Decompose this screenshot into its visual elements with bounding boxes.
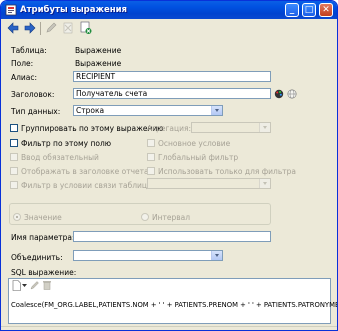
required-input-label: Ввод обязательный (21, 153, 99, 162)
pencil-icon (46, 22, 57, 33)
field-label: Поле: (11, 59, 34, 68)
datatype-selected: Строка (76, 106, 105, 115)
trash-icon[interactable] (42, 280, 52, 290)
filter-by-label: Фильтр по этому полю (21, 139, 112, 148)
bottom-border (1, 326, 337, 327)
value-radio-label: Значение (24, 213, 62, 222)
datatype-select[interactable]: Строка (73, 105, 223, 116)
aggregation-select[interactable] (191, 122, 271, 133)
title-bar: Атрибуты выражения _ □ ✕ (1, 1, 337, 19)
chevron-down-icon[interactable] (259, 179, 270, 188)
close-button[interactable]: ✕ (319, 3, 333, 17)
attributes-dialog: Атрибуты выражения _ □ ✕ Таблица: Выраже… (0, 0, 338, 331)
globe-icon[interactable] (287, 89, 297, 99)
sql-expression-text[interactable]: Coalesce(FM_ORG.LABEL,PATIENTS.NOM + ' '… (11, 301, 337, 309)
main-condition-checkbox[interactable] (147, 139, 155, 147)
back-button[interactable] (6, 21, 20, 35)
filter-only-checkbox[interactable] (147, 167, 155, 175)
maximize-button[interactable]: □ (302, 3, 316, 17)
delete-button[interactable] (61, 21, 75, 35)
interval-radio[interactable] (141, 213, 149, 221)
new-page-icon[interactable] (12, 280, 21, 291)
minimize-icon: _ (289, 5, 295, 15)
arrow-left-icon (7, 22, 19, 34)
link-table-select[interactable] (147, 178, 271, 189)
app-icon (5, 4, 17, 16)
filter-in-link-label: Фильтр в условии связи таблицы (21, 181, 153, 190)
chevron-down-icon[interactable] (259, 123, 270, 132)
chevron-down-icon[interactable] (211, 251, 222, 260)
pencil-icon[interactable] (30, 280, 40, 290)
alias-label: Алиас: (11, 73, 38, 82)
filter-by-checkbox[interactable] (10, 139, 18, 147)
field-value: Выражение (75, 59, 122, 68)
close-doc-button[interactable] (79, 21, 93, 35)
chevron-down-icon[interactable] (22, 283, 27, 288)
show-in-header-label: Отображать в заголовке отчета (21, 167, 149, 176)
main-condition-label: Основное условие (158, 139, 231, 148)
global-filter-label: Глобальный фильтр (158, 153, 239, 162)
toolbar-separator (40, 22, 41, 35)
filter-in-link-checkbox[interactable] (10, 181, 18, 189)
param-name-input[interactable] (73, 231, 271, 242)
header-label: Заголовок: (11, 90, 55, 99)
group-by-checkbox[interactable] (10, 124, 18, 132)
value-radio[interactable] (13, 213, 21, 221)
combine-label: Объединить: (11, 253, 63, 262)
chevron-down-icon[interactable] (211, 106, 222, 115)
header-input[interactable]: Получатель счета (73, 88, 271, 99)
datatype-label: Тип данных: (11, 107, 61, 116)
required-input-checkbox[interactable] (10, 153, 18, 161)
minimize-button[interactable]: _ (285, 3, 299, 17)
filter-only-label: Использовать только для фильтра (158, 167, 296, 176)
maximize-icon: □ (304, 5, 314, 15)
forward-button[interactable] (23, 21, 37, 35)
interval-radio-label: Интервал (152, 213, 191, 222)
alias-input[interactable]: RECIPIENT (73, 71, 271, 82)
sql-editor[interactable]: Coalesce(FM_ORG.LABEL,PATIENTS.NOM + ' '… (8, 278, 337, 324)
aggregation-label: Агрегация: (147, 124, 192, 133)
arrow-right-icon (24, 22, 36, 34)
combine-select[interactable] (73, 250, 223, 261)
sql-label: SQL выражение: (11, 268, 77, 277)
global-filter-checkbox[interactable] (147, 153, 155, 161)
delete-page-icon (63, 22, 73, 34)
table-label: Таблица: (11, 46, 47, 55)
param-name-label: Имя параметра: (11, 233, 75, 242)
window-title: Атрибуты выражения (20, 5, 127, 15)
close-icon: ✕ (322, 5, 330, 15)
close-page-icon (80, 21, 92, 34)
palette-icon[interactable] (274, 89, 284, 99)
table-value: Выражение (75, 46, 122, 55)
group-by-label: Группировать по этому выражению (21, 124, 164, 133)
edit-button[interactable] (44, 21, 58, 35)
show-in-header-checkbox[interactable] (10, 167, 18, 175)
